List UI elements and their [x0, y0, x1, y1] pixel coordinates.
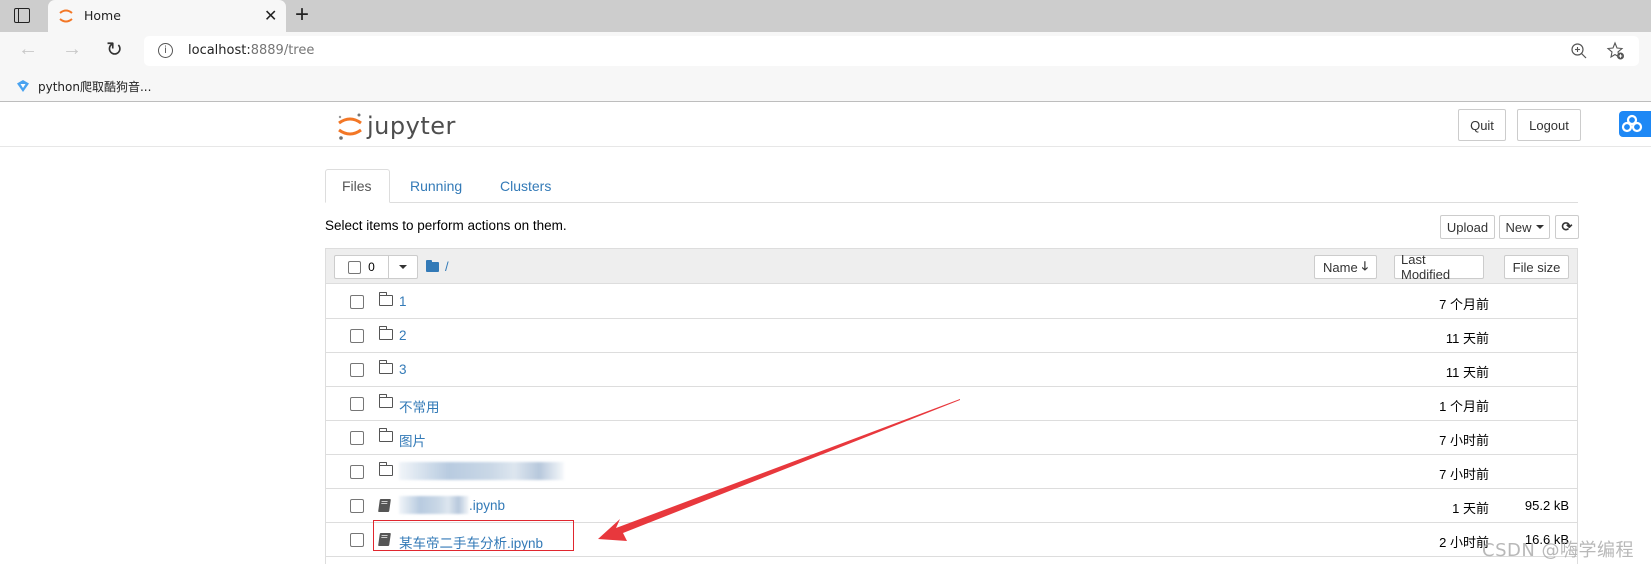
folder-icon	[378, 462, 393, 476]
folder-row[interactable]: 图片 7 小时前	[326, 421, 1577, 455]
caret-down-icon	[399, 265, 407, 269]
forward-arrow-icon[interactable]: →	[62, 38, 82, 61]
row-checkbox[interactable]	[350, 329, 364, 343]
last-modified: 7 小时前	[1439, 433, 1489, 448]
row-checkbox[interactable]	[350, 363, 364, 377]
breadcrumb[interactable]: /	[426, 259, 449, 274]
file-name-link[interactable]: 图片	[399, 430, 426, 450]
new-button-label: New	[1505, 219, 1532, 235]
jupyter-logo-icon	[338, 113, 362, 140]
highlight-box	[373, 520, 574, 551]
row-checkbox[interactable]	[350, 397, 364, 411]
file-name-link[interactable]: 1	[399, 294, 407, 309]
folder-row[interactable]: 不常用 1 个月前	[326, 387, 1577, 421]
redacted-name	[399, 496, 469, 514]
folder-icon	[378, 292, 393, 306]
folder-row[interactable]: 3 11 天前	[326, 353, 1577, 387]
file-size: 95.2 kB	[1524, 498, 1569, 513]
last-modified: 11 天前	[1445, 365, 1489, 380]
last-modified: 7 小时前	[1439, 467, 1489, 482]
folder-icon	[378, 326, 393, 340]
select-all-checkbox[interactable]	[348, 260, 362, 274]
cloud-icon	[1621, 114, 1643, 133]
selection-hint: Select items to perform actions on them.	[325, 218, 567, 233]
bookmark-site-icon	[17, 80, 29, 92]
file-name-link[interactable]: 3	[399, 362, 407, 377]
select-all-toggle[interactable]: 0	[335, 256, 389, 278]
sort-by-size-button[interactable]: File size	[1504, 255, 1569, 279]
new-button[interactable]: New	[1499, 215, 1550, 239]
row-checkbox[interactable]	[350, 431, 364, 445]
bookmarks-bar	[0, 70, 1651, 102]
last-modified: 1 个月前	[1439, 399, 1489, 414]
folder-icon	[378, 360, 393, 374]
row-checkbox[interactable]	[350, 499, 364, 513]
refresh-button[interactable]: ⟳	[1555, 215, 1579, 239]
logout-button[interactable]: Logout	[1517, 109, 1581, 141]
address-bar[interactable]	[144, 36, 1639, 66]
folder-row[interactable]: 7 小时前	[326, 455, 1577, 489]
back-arrow-icon[interactable]: ←	[18, 38, 38, 61]
browser-tab-title: Home	[84, 8, 121, 23]
file-name-link[interactable]: .ipynb	[469, 498, 505, 513]
sort-by-modified-button[interactable]: Last Modified	[1394, 252, 1484, 282]
quit-button[interactable]: Quit	[1458, 109, 1506, 141]
tab-clusters[interactable]: Clusters	[484, 169, 567, 203]
sort-name-label: Name	[1323, 259, 1358, 275]
sidebar-toggle-icon[interactable]	[14, 8, 30, 23]
file-list-header: 0 / Name 🡓 Last Modified File size	[326, 249, 1577, 284]
url-host: localhost:	[188, 43, 251, 58]
cloud-extension-button[interactable]	[1619, 111, 1651, 137]
url-path: 8889/tree	[250, 43, 315, 58]
notebook-row[interactable]: .ipynb 1 天前 95.2 kB	[326, 489, 1577, 523]
bookmark-item[interactable]: python爬取酷狗音...	[8, 74, 159, 98]
jupyter-logo[interactable]: jupyter	[337, 108, 457, 144]
row-checkbox[interactable]	[350, 465, 364, 479]
file-name-link[interactable]: 2	[399, 328, 407, 343]
selected-count: 0	[368, 260, 375, 274]
tab-running[interactable]: Running	[394, 169, 478, 203]
tab-files[interactable]: Files	[325, 169, 390, 203]
site-info-icon[interactable]: i	[158, 43, 173, 58]
folder-row[interactable]: 2 11 天前	[326, 319, 1577, 353]
select-all-group: 0	[334, 255, 418, 279]
select-menu-dropdown[interactable]	[389, 256, 417, 278]
bookmark-label: python爬取酷狗音...	[38, 79, 152, 94]
reload-icon[interactable]: ↻	[106, 37, 123, 62]
zoom-in-icon[interactable]	[1570, 42, 1588, 60]
sort-by-name-button[interactable]: Name 🡓	[1314, 255, 1377, 279]
folder-icon	[378, 394, 393, 408]
jupyter-logo-text: jupyter	[367, 112, 456, 140]
close-tab-icon[interactable]: ✕	[264, 6, 277, 26]
file-name-link[interactable]: 不常用	[399, 396, 440, 416]
file-list: 0 / Name 🡓 Last Modified File size 1 7 个…	[325, 248, 1578, 564]
new-tab-icon[interactable]: +	[295, 1, 309, 29]
jupyter-header	[0, 103, 1651, 147]
folder-row[interactable]: 1 7 个月前	[326, 285, 1577, 319]
breadcrumb-root[interactable]: /	[445, 259, 449, 274]
jupyter-favicon-icon	[59, 9, 73, 23]
upload-button[interactable]: Upload	[1440, 215, 1495, 239]
caret-down-icon	[1535, 225, 1544, 229]
row-checkbox[interactable]	[350, 533, 364, 547]
last-modified: 1 天前	[1452, 501, 1489, 516]
arrow-down-icon: 🡓	[1361, 258, 1368, 273]
add-favorite-icon[interactable]	[1606, 41, 1626, 61]
last-modified: 7 个月前	[1439, 297, 1489, 312]
redacted-name	[399, 462, 564, 480]
url-text[interactable]: localhost:8889/tree	[188, 43, 314, 58]
row-checkbox[interactable]	[350, 295, 364, 309]
folder-icon	[426, 259, 439, 272]
last-modified: 11 天前	[1445, 331, 1489, 346]
folder-icon	[378, 428, 393, 442]
notebook-icon	[378, 499, 391, 512]
watermark: CSDN @嗨学编程	[1482, 540, 1635, 561]
refresh-icon: ⟳	[1561, 219, 1573, 234]
